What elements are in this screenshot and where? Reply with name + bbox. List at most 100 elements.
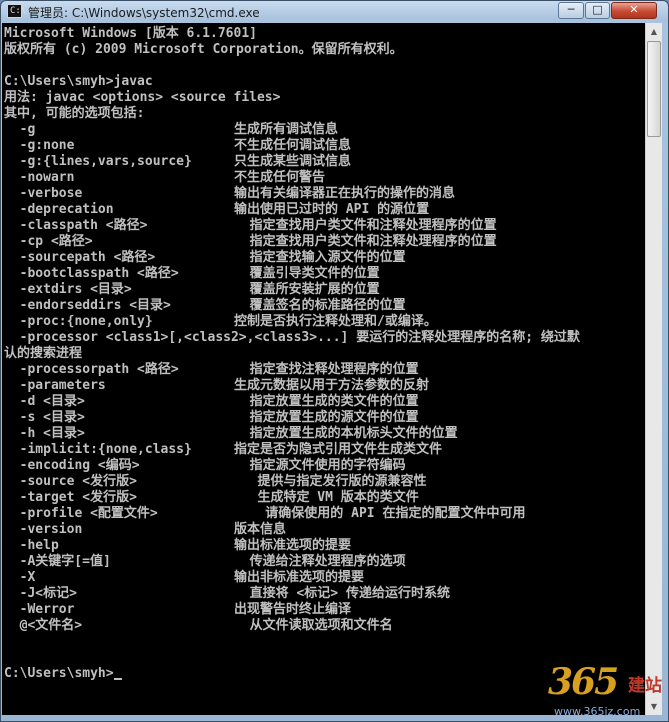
console-line-description: 指定查找注释处理程序的位置: [234, 362, 419, 377]
console-line-description: 出现警告时终止编译: [234, 602, 352, 617]
console-line-text: -s <目录>: [4, 410, 85, 425]
site-watermark-logo: 365 建站 www.365jz.com: [546, 661, 666, 720]
console-line-text: C:\Users\smyh>: [4, 666, 114, 681]
console-line: -J<标记> 直接将 <标记> 传递给运行时系统: [4, 586, 450, 602]
console-line: -A关键字[=值] 传递给注释处理程序的选项: [4, 554, 406, 570]
title-bar[interactable]: C:\ 管理员: C:\Windows\system32\cmd.exe ─ □…: [1, 1, 668, 23]
console-line: -extdirs <目录> 覆盖所安装扩展的位置: [4, 282, 380, 298]
console-line-text: -bootclasspath <路径>: [4, 266, 179, 281]
console-line-description: 输出有关编译器正在执行的操作的消息: [234, 186, 456, 201]
console-line: -deprecation 输出使用已过时的 API 的源位置: [4, 202, 430, 218]
console-line: -bootclasspath <路径> 覆盖引导类文件的位置: [4, 266, 380, 282]
console-line-text: -g:none: [4, 138, 75, 153]
watermark-number: 365: [548, 661, 619, 703]
console-line-text: -parameters: [4, 378, 106, 393]
close-button[interactable]: ✕: [611, 2, 657, 19]
console-line-text: -processor <class1>[,<class2>,<class3>..…: [4, 330, 580, 345]
console-line: -sourcepath <路径> 指定查找输入源文件的位置: [4, 250, 406, 266]
console-line: -source <发行版> 提供与指定发行版的源兼容性: [4, 474, 427, 490]
console-line-description: 输出使用已过时的 API 的源位置: [234, 202, 430, 217]
console-line: -version 版本信息: [4, 522, 286, 538]
console-line: 认的搜索进程: [4, 346, 82, 362]
maximize-button[interactable]: □: [585, 2, 610, 19]
console-line-text: -source <发行版>: [4, 474, 137, 489]
console-line-description: 覆盖签名的标准路径的位置: [234, 298, 406, 313]
console-line-description: 不生成任何警告: [234, 170, 326, 185]
watermark-url: www.365jz.com: [554, 705, 641, 718]
console-line-text: -implicit:{none,class}: [4, 442, 192, 457]
console-line-text: 其中, 可能的选项包括:: [4, 106, 145, 121]
console-line: -encoding <编码> 指定源文件使用的字符编码: [4, 458, 406, 474]
window-title: 管理员: C:\Windows\system32\cmd.exe: [28, 6, 260, 20]
console-line-description: 控制是否执行注释处理和/或编译。: [234, 314, 437, 329]
console-line-text: -g: [4, 122, 36, 137]
text-cursor: [113, 678, 122, 680]
console-line-text: -processorpath <路径>: [4, 362, 179, 377]
console-line-text: -nowarn: [4, 170, 75, 185]
console-line-text: -cp <路径>: [4, 234, 93, 249]
console-line-text: -verbose: [4, 186, 83, 201]
console-line-description: 请确保使用的 API 在指定的配置文件中可用: [234, 506, 526, 521]
vertical-scrollbar[interactable]: ▲ ▼: [645, 23, 662, 715]
console-line: -target <发行版> 生成特定 VM 版本的类文件: [4, 490, 419, 506]
console-line-text: Microsoft Windows [版本 6.1.7601]: [4, 26, 257, 41]
console-line-description: 生成所有调试信息: [234, 122, 339, 137]
console-line: 用法: javac <options> <source files>: [4, 90, 280, 106]
console-line: -profile <配置文件> 请确保使用的 API 在指定的配置文件中可用: [4, 506, 526, 522]
console-line: -cp <路径> 指定查找用户类文件和注释处理程序的位置: [4, 234, 497, 250]
console-output[interactable]: Microsoft Windows [版本 6.1.7601] 版权所有 (c) …: [2, 23, 645, 715]
console-line-description: 指定查找输入源文件的位置: [234, 250, 406, 265]
console-line-description: 输出非标准选项的提要: [234, 570, 365, 585]
console-line-text: -version: [4, 522, 83, 537]
console-line-description: 指定查找用户类文件和注释处理程序的位置: [234, 218, 497, 233]
console-line-text: 认的搜索进程: [4, 346, 83, 361]
console-line: -d <目录> 指定放置生成的类文件的位置: [4, 394, 419, 410]
console-line-description: 生成元数据以用于方法参数的反射: [234, 378, 430, 393]
console-line-description: 指定放置生成的类文件的位置: [234, 394, 419, 409]
console-line: -parameters 生成元数据以用于方法参数的反射: [4, 378, 429, 394]
minimize-button[interactable]: ─: [558, 2, 584, 19]
console-line-description: 指定源文件使用的字符编码: [234, 458, 406, 473]
console-line-text: -X: [4, 570, 36, 585]
console-line-text: -J<标记>: [4, 586, 77, 601]
console-line-text: -encoding <编码>: [4, 458, 140, 473]
console-line: -g 生成所有调试信息: [4, 122, 338, 138]
console-line-text: -deprecation: [4, 202, 114, 217]
console-line-text: -extdirs <目录>: [4, 282, 132, 297]
cmd-app-icon[interactable]: C:\: [7, 4, 26, 18]
cmd-icon-glyph: C:\: [10, 6, 27, 16]
console-line: -implicit:{none,class} 指定是否为隐式引用文件生成类文件: [4, 442, 442, 458]
console-line: -verbose 输出有关编译器正在执行的操作的消息: [4, 186, 455, 202]
console-line-description: 生成特定 VM 版本的类文件: [234, 490, 419, 505]
console-line-description: 指定放置生成的源文件的位置: [234, 410, 419, 425]
console-line-description: 指定放置生成的本机标头文件的位置: [234, 426, 458, 441]
console-line-text: 用法: javac <options> <source files>: [4, 90, 281, 105]
console-line: Microsoft Windows [版本 6.1.7601]: [4, 26, 257, 42]
console-line-description: 输出标准选项的提要: [234, 538, 352, 553]
console-line-description: 指定是否为隐式引用文件生成类文件: [234, 442, 443, 457]
console-line: C:\Users\smyh>javac: [4, 74, 153, 90]
console-line-text: -proc:{none,only}: [4, 314, 153, 329]
console-line-description: 从文件读取选项和文件名: [234, 618, 393, 633]
console-line-text: -d <目录>: [4, 394, 85, 409]
console-line: -X 输出非标准选项的提要: [4, 570, 364, 586]
scroll-up-arrow-icon[interactable]: ▲: [646, 23, 662, 40]
console-line: -h <目录> 指定放置生成的本机标头文件的位置: [4, 426, 458, 442]
console-line: -Werror 出现警告时终止编译: [4, 602, 351, 618]
console-line: -help 输出标准选项的提要: [4, 538, 351, 554]
console-line-text: -help: [4, 538, 59, 553]
console-line-text: -target <发行版>: [4, 490, 137, 505]
console-line-description: 只生成某些调试信息: [234, 154, 352, 169]
console-line-description: 直接将 <标记> 传递给运行时系统: [234, 586, 450, 601]
console-line: 其中, 可能的选项包括:: [4, 106, 144, 122]
console-line: -proc:{none,only} 控制是否执行注释处理和/或编译。: [4, 314, 437, 330]
console-line: 版权所有 (c) 2009 Microsoft Corporation。保留所有…: [4, 42, 403, 58]
console-line-description: 传递给注释处理程序的选项: [234, 554, 406, 569]
console-line: -nowarn 不生成任何警告: [4, 170, 325, 186]
console-line: -g:none 不生成任何调试信息: [4, 138, 351, 154]
console-line-text: -A关键字[=值]: [4, 554, 111, 569]
console-line-text: @<文件名>: [4, 618, 83, 633]
watermark-brand: 建站: [628, 676, 662, 696]
scrollbar-thumb[interactable]: [647, 41, 661, 137]
console-line-text: 版权所有 (c) 2009 Microsoft Corporation。保留所有…: [4, 42, 403, 57]
